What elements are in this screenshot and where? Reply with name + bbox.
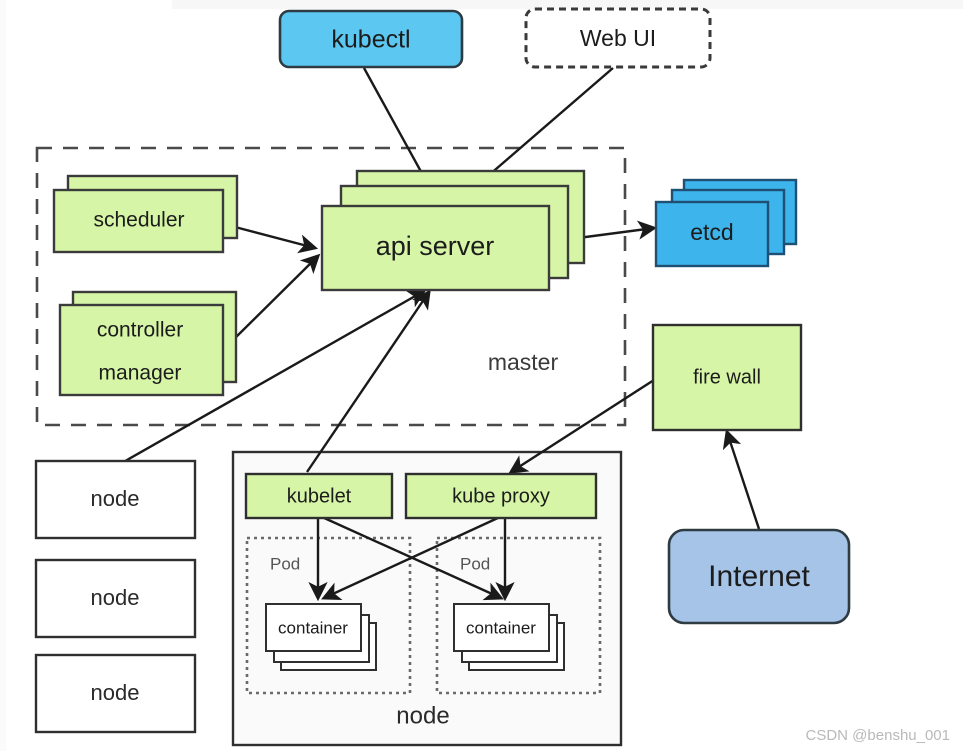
master-component-scheduler[interactable]: scheduler xyxy=(52,174,239,254)
firewall-group[interactable]: fire wall xyxy=(651,323,803,432)
edge-controller-manager-to-api-server xyxy=(230,253,321,343)
node-agent-kubelet[interactable]: kubelet xyxy=(244,472,394,520)
master-component-controller-manager[interactable]: controller manager xyxy=(58,290,238,397)
controller-manager-label-line2: manager xyxy=(99,362,182,385)
container-right-label: container xyxy=(466,618,536,637)
container-right-group[interactable]: container xyxy=(453,603,565,671)
pod-left-label: Pod xyxy=(270,554,300,573)
internet-group[interactable]: Internet xyxy=(667,528,851,625)
node-detail-label: node xyxy=(396,702,449,729)
watermark-text: CSDN @benshu_001 xyxy=(806,727,950,744)
container-left-group[interactable]: container xyxy=(265,603,377,671)
client-web-ui[interactable]: Web UI xyxy=(524,7,712,69)
scheduler-label: scheduler xyxy=(93,209,184,232)
standalone-node-3[interactable]: node xyxy=(34,653,197,734)
node-1-label: node xyxy=(91,486,140,511)
node-agent-kube-proxy[interactable]: kube proxy xyxy=(404,472,598,520)
edge-scheduler-to-api-server xyxy=(234,225,319,254)
etcd-group[interactable]: etcd xyxy=(654,178,798,268)
client-kubectl[interactable]: kubectl xyxy=(278,9,464,69)
etcd-label: etcd xyxy=(690,219,733,245)
edge-internet-to-firewall xyxy=(722,428,761,530)
internet-label: Internet xyxy=(708,560,810,593)
node-2-label: node xyxy=(91,585,140,610)
node-3-label: node xyxy=(91,680,140,705)
pod-right-label: Pod xyxy=(460,554,490,573)
edge-kubelet-to-api-server xyxy=(306,289,431,473)
kubelet-label: kubelet xyxy=(287,485,352,507)
master-component-api-server[interactable]: api server xyxy=(320,169,586,292)
kube-proxy-label: kube proxy xyxy=(452,485,550,507)
diagram-canvas: master node kubectl Web UI scheduler con… xyxy=(0,0,963,755)
container-left-label: container xyxy=(278,618,348,637)
api-server-label: api server xyxy=(376,231,495,261)
master-label: master xyxy=(488,349,559,375)
kubernetes-architecture-diagram: master node kubectl Web UI scheduler con… xyxy=(34,7,950,747)
web-ui-label: Web UI xyxy=(580,25,656,51)
standalone-node-2[interactable]: node xyxy=(34,558,197,639)
controller-manager-label-line1: controller xyxy=(97,319,183,342)
firewall-label: fire wall xyxy=(693,366,761,388)
kubectl-label: kubectl xyxy=(331,26,410,54)
standalone-node-1[interactable]: node xyxy=(34,459,197,540)
